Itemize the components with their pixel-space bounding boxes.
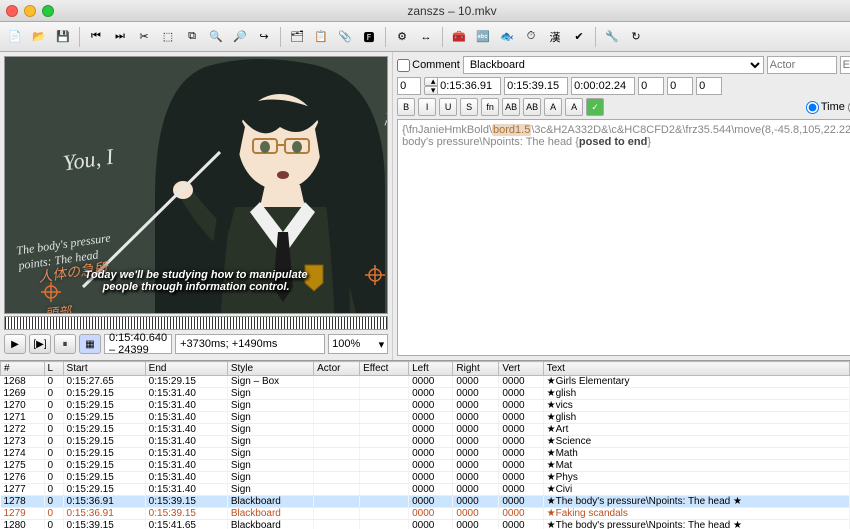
audio-waveform[interactable] bbox=[4, 316, 388, 330]
col-#[interactable]: # bbox=[1, 362, 45, 376]
new-file-icon[interactable]: 📄 bbox=[4, 26, 26, 48]
save-file-icon[interactable]: 💾 bbox=[52, 26, 74, 48]
margin-r-input[interactable] bbox=[667, 77, 693, 95]
margin-l-input[interactable] bbox=[638, 77, 664, 95]
col-start[interactable]: Start bbox=[63, 362, 145, 376]
video-preview[interactable]: You, I The body's pressure points: The h… bbox=[4, 56, 388, 314]
format-btn-a[interactable]: A bbox=[565, 98, 583, 116]
play-line-button[interactable]: [▶] bbox=[29, 334, 51, 354]
main-toolbar: 📄 📂 💾 ⏮ ⏭ ✂ ⬚ ⧉ 🔍 🔎 ↪ 🗂 📋 📎 🅵 ⚙ ↔ 🧰 🔤 🐟 … bbox=[0, 22, 850, 52]
format-btn-b[interactable]: B bbox=[397, 98, 415, 116]
table-row[interactable]: 127500:15:29.150:15:31.40Sign00000000000… bbox=[1, 460, 850, 472]
zoom-out-icon[interactable]: 🔎 bbox=[229, 26, 251, 48]
attach-icon[interactable]: 📎 bbox=[334, 26, 356, 48]
jump-start-icon[interactable]: ⏮ bbox=[85, 26, 107, 48]
minimize-icon[interactable] bbox=[24, 5, 36, 17]
kanji-icon[interactable]: 漢 bbox=[544, 26, 566, 48]
start-time-input[interactable] bbox=[437, 77, 501, 95]
shift-times-icon[interactable]: ↔ bbox=[415, 26, 437, 48]
translation-icon[interactable]: 🔤 bbox=[472, 26, 494, 48]
col-left[interactable]: Left bbox=[409, 362, 453, 376]
margin-v-input[interactable] bbox=[696, 77, 722, 95]
table-row[interactable]: 127300:15:29.150:15:31.40Sign00000000000… bbox=[1, 436, 850, 448]
end-time-input[interactable] bbox=[504, 77, 568, 95]
titlebar: zanszs – 10.mkv bbox=[0, 0, 850, 22]
table-row[interactable]: 127900:15:36.910:15:39.15Blackboard00000… bbox=[1, 508, 850, 520]
subtitle-grid[interactable]: #LStartEndStyleActorEffectLeftRightVertT… bbox=[0, 360, 850, 529]
col-actor[interactable]: Actor bbox=[314, 362, 360, 376]
cycle-icon[interactable]: ↻ bbox=[625, 26, 647, 48]
chalk-jp: 頭部 bbox=[44, 301, 72, 314]
col-right[interactable]: Right bbox=[453, 362, 499, 376]
format-btn-a[interactable]: A bbox=[544, 98, 562, 116]
table-row[interactable]: 127200:15:29.150:15:31.40Sign00000000000… bbox=[1, 424, 850, 436]
window-title: zanszs – 10.mkv bbox=[60, 4, 844, 18]
format-btn-u[interactable]: U bbox=[439, 98, 457, 116]
col-end[interactable]: End bbox=[145, 362, 227, 376]
style-select[interactable]: Blackboard bbox=[463, 56, 764, 74]
close-icon[interactable] bbox=[6, 5, 18, 17]
col-text[interactable]: Text bbox=[543, 362, 849, 376]
format-btn-✓[interactable]: ✓ bbox=[586, 98, 604, 116]
col-l[interactable]: L bbox=[44, 362, 63, 376]
table-row[interactable]: 127700:15:29.150:15:31.40Sign00000000000… bbox=[1, 484, 850, 496]
settings-icon[interactable]: 🔧 bbox=[601, 26, 623, 48]
table-row[interactable]: 127400:15:29.150:15:31.40Sign00000000000… bbox=[1, 448, 850, 460]
layer-input[interactable] bbox=[397, 77, 421, 95]
shift-info: +3730ms; +1490ms bbox=[175, 334, 325, 354]
subtitle-text-input[interactable]: {\fnJanieHmkBold\bord1.5\3c&H2A332D&\c&H… bbox=[397, 119, 850, 356]
snap-video-icon[interactable]: ⧉ bbox=[181, 26, 203, 48]
col-vert[interactable]: Vert bbox=[499, 362, 543, 376]
play-button[interactable]: ▶ bbox=[4, 334, 26, 354]
table-row[interactable]: 127800:15:36.910:15:39.15Blackboard00000… bbox=[1, 496, 850, 508]
props-icon[interactable]: 📋 bbox=[310, 26, 332, 48]
format-btn-ab[interactable]: AB bbox=[523, 98, 541, 116]
effect-input[interactable] bbox=[840, 56, 850, 74]
actor-input[interactable] bbox=[767, 56, 837, 74]
format-btn-ab[interactable]: AB bbox=[502, 98, 520, 116]
format-btn-s[interactable]: S bbox=[460, 98, 478, 116]
table-row[interactable]: 126800:15:27.650:15:29.15Sign – Box00000… bbox=[1, 376, 850, 388]
subtitle-overlay: Today we'll be studying how to manipulat… bbox=[5, 269, 387, 293]
edit-panel: Comment Blackboard ▴▾ BIUSfnABABAA✓ Time… bbox=[392, 52, 850, 360]
assistant-icon[interactable]: 🧰 bbox=[448, 26, 470, 48]
zoom-select[interactable]: 100%▾ bbox=[328, 334, 388, 354]
jump-sub-icon[interactable]: ↪ bbox=[253, 26, 275, 48]
col-style[interactable]: Style bbox=[227, 362, 313, 376]
toggle-autoseek-button[interactable]: ▦ bbox=[79, 334, 101, 354]
timing-icon[interactable]: ⏱ bbox=[520, 26, 542, 48]
col-effect[interactable]: Effect bbox=[360, 362, 409, 376]
format-btn-fn[interactable]: fn bbox=[481, 98, 499, 116]
snap-icon[interactable]: ✂ bbox=[133, 26, 155, 48]
format-row: BIUSfnABABAA✓ Time Frame bbox=[397, 98, 850, 116]
time-position: 0:15:40.640 – 24399 bbox=[104, 334, 172, 354]
table-row[interactable]: 127000:15:29.150:15:31.40Sign00000000000… bbox=[1, 400, 850, 412]
pause-button[interactable]: ⏸ bbox=[54, 334, 76, 354]
comment-checkbox[interactable]: Comment bbox=[397, 59, 460, 72]
spellcheck-icon[interactable]: ✔ bbox=[568, 26, 590, 48]
duration-input[interactable] bbox=[571, 77, 635, 95]
time-radio[interactable]: Time bbox=[806, 101, 845, 114]
jump-end-icon[interactable]: ⏭ bbox=[109, 26, 131, 48]
style-manager-icon[interactable]: 🗂 bbox=[286, 26, 308, 48]
open-file-icon[interactable]: 📂 bbox=[28, 26, 50, 48]
format-btn-i[interactable]: I bbox=[418, 98, 436, 116]
table-row[interactable]: 127100:15:29.150:15:31.40Sign00000000000… bbox=[1, 412, 850, 424]
zoom-icon[interactable] bbox=[42, 5, 54, 17]
table-row[interactable]: 128000:15:39.150:15:41.65Blackboard00000… bbox=[1, 520, 850, 529]
automation-icon[interactable]: ⚙ bbox=[391, 26, 413, 48]
fonts-icon[interactable]: 🅵 bbox=[358, 26, 380, 48]
select-icon[interactable]: ⬚ bbox=[157, 26, 179, 48]
zoom-in-icon[interactable]: 🔍 bbox=[205, 26, 227, 48]
table-row[interactable]: 127600:15:29.150:15:31.40Sign00000000000… bbox=[1, 472, 850, 484]
resample-icon[interactable]: 🐟 bbox=[496, 26, 518, 48]
table-row[interactable]: 126900:15:29.150:15:31.40Sign00000000000… bbox=[1, 388, 850, 400]
